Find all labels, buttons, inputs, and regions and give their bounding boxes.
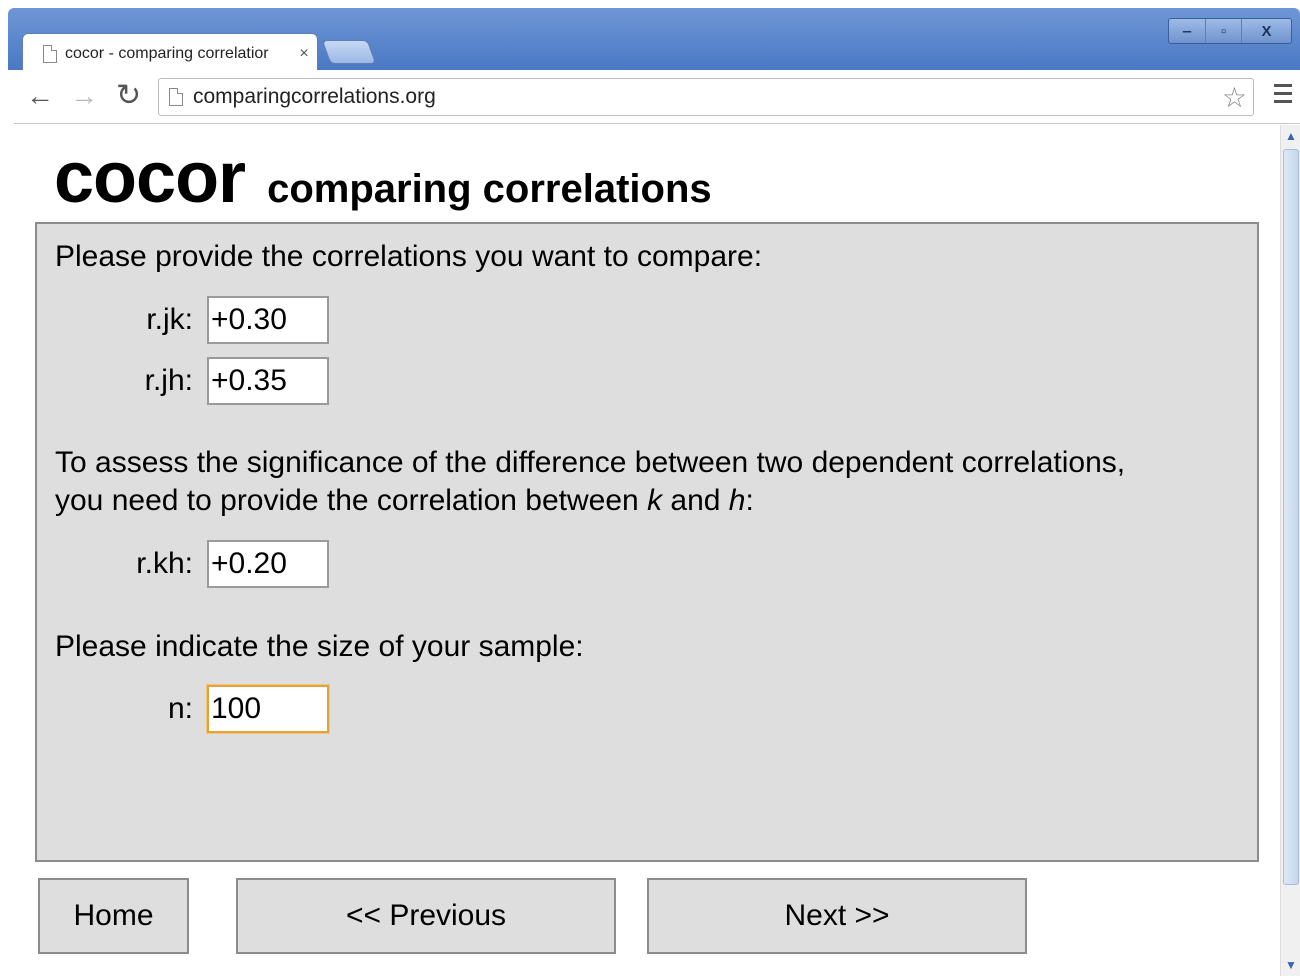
correlation-form: Please provide the correlations you want…: [35, 222, 1259, 862]
next-button[interactable]: Next >>: [647, 878, 1027, 954]
intro-text: Please provide the correlations you want…: [55, 240, 763, 273]
field-row-rjh: r.jh:: [37, 357, 329, 405]
maximize-button[interactable]: ▫: [1205, 19, 1241, 43]
page-icon: [169, 88, 183, 106]
scroll-up-icon[interactable]: ▲: [1281, 127, 1300, 145]
and-word: and: [662, 484, 729, 517]
back-arrow-icon[interactable]: ←: [26, 80, 54, 112]
rjh-label: r.jh:: [144, 364, 193, 397]
variable-k: k: [647, 484, 663, 517]
scroll-down-icon[interactable]: ▼: [1281, 956, 1300, 974]
address-bar[interactable]: comparingcorrelations.org ☆: [158, 78, 1254, 116]
rjk-input[interactable]: [207, 296, 329, 344]
page-content: cocor comparing correlations Please provi…: [14, 125, 1280, 976]
window-controls: ‒ ▫ X: [1168, 18, 1292, 44]
browser-toolbar: ← → ↻ comparingcorrelations.org ☆: [14, 70, 1300, 124]
new-tab-button[interactable]: [321, 40, 377, 64]
previous-button[interactable]: << Previous: [236, 878, 616, 954]
sample-size-text: Please indicate the size of your sample:: [55, 630, 584, 663]
n-label: n:: [167, 692, 193, 725]
dependent-text-line1: To assess the significance of the differ…: [55, 446, 1126, 479]
vertical-scrollbar[interactable]: ▲ ▼: [1280, 125, 1300, 976]
site-subtitle: comparing correlations: [267, 167, 712, 211]
close-window-button[interactable]: X: [1241, 19, 1291, 43]
menu-icon[interactable]: [1274, 84, 1292, 108]
home-button[interactable]: Home: [38, 878, 189, 954]
tab-close-icon[interactable]: ×: [291, 45, 317, 63]
dependent-text-prefix: you need to provide the correlation betw…: [55, 484, 648, 517]
colon: :: [745, 484, 754, 517]
tab-title: cocor - comparing correlatior: [65, 44, 269, 62]
url-text[interactable]: comparingcorrelations.org: [193, 85, 1222, 109]
bookmark-star-icon[interactable]: ☆: [1222, 81, 1247, 114]
dependent-text-line2: you need to provide the correlation betw…: [55, 482, 754, 520]
minimize-button[interactable]: ‒: [1169, 19, 1205, 43]
field-row-rkh: r.kh:: [37, 540, 329, 588]
sample-size-input[interactable]: [207, 685, 329, 733]
scroll-thumb[interactable]: [1283, 149, 1299, 885]
site-logo: cocor: [54, 138, 246, 218]
rkh-label: r.kh:: [136, 547, 193, 580]
field-row-rjk: r.jk:: [37, 296, 329, 344]
site-header: cocor comparing correlations: [54, 137, 712, 219]
rkh-input[interactable]: [207, 540, 329, 588]
reload-icon[interactable]: ↻: [116, 80, 141, 112]
variable-h: h: [728, 484, 746, 517]
forward-arrow-icon[interactable]: →: [70, 80, 98, 112]
field-row-n: n:: [37, 685, 329, 733]
browser-tab[interactable]: cocor - comparing correlatior ×: [22, 33, 318, 73]
rjk-label: r.jk:: [146, 303, 193, 336]
page-icon: [43, 44, 57, 63]
rjh-input[interactable]: [207, 357, 329, 405]
